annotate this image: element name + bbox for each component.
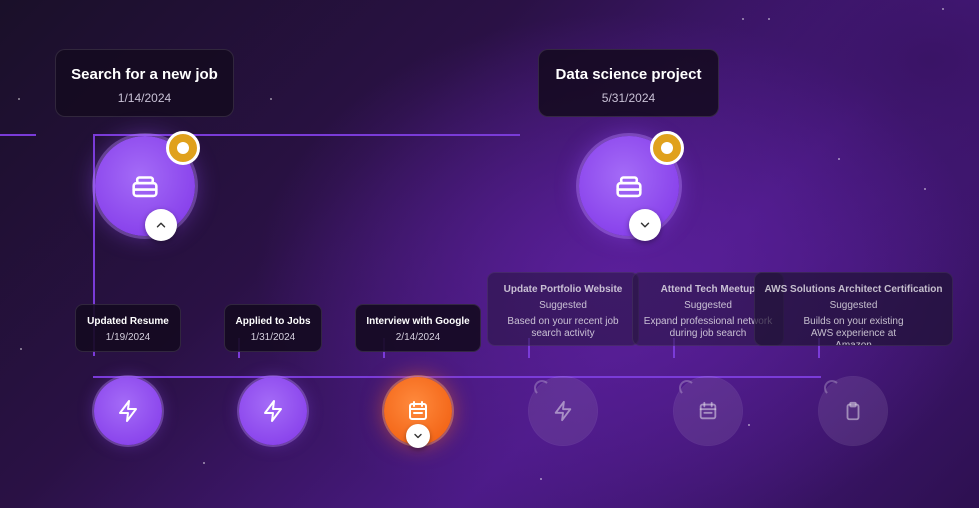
step-card[interactable]: Applied to Jobs 1/31/2024: [224, 304, 322, 352]
suggestion-card[interactable]: Update Portfolio Website Suggested Based…: [487, 272, 639, 346]
background-star: [768, 18, 770, 20]
timeline-canvas: Search for a new job 1/14/2024 Data scie…: [0, 0, 979, 508]
step-date: 1/31/2024: [250, 332, 296, 343]
calendar-icon: [699, 401, 717, 420]
step-title: Interview with Google: [366, 316, 470, 327]
background-star: [838, 158, 840, 160]
background-star: [924, 188, 926, 190]
bolt-icon: [554, 400, 572, 422]
background-star: [18, 98, 20, 100]
step-date: 2/14/2024: [395, 332, 441, 343]
briefcase-icon: [616, 176, 642, 198]
suggestion-description: Builds on your existing AWS experience a…: [803, 316, 904, 346]
step-node[interactable]: [239, 377, 307, 445]
status-badge: [166, 131, 200, 165]
step-date: 1/19/2024: [105, 332, 151, 343]
milestone-date: 1/14/2024: [117, 91, 172, 105]
background-star: [203, 462, 205, 464]
background-star: [270, 98, 272, 100]
background-star: [942, 8, 944, 10]
step-title: Applied to Jobs: [235, 316, 311, 327]
chevron-up-icon: [156, 222, 166, 228]
suggestion-description: Based on your recent job search activity: [507, 316, 619, 339]
chevron-down-icon: [640, 222, 650, 228]
background-star: [742, 18, 744, 20]
status-badge: [650, 131, 684, 165]
loading-arc-icon: [824, 380, 840, 396]
loading-arc-icon: [679, 380, 695, 396]
milestone-title: Data science project: [555, 66, 702, 83]
step-expand-button[interactable]: [406, 424, 430, 448]
background-star: [540, 478, 542, 480]
milestone-card[interactable]: Search for a new job 1/14/2024: [55, 49, 234, 117]
suggestion-card[interactable]: AWS Solutions Architect Certification Su…: [754, 272, 953, 346]
background-star: [748, 424, 750, 426]
suggestion-title: AWS Solutions Architect Certification: [764, 284, 943, 295]
bolt-icon: [119, 400, 137, 422]
top-timeline-line: [94, 134, 520, 136]
calendar-icon: [409, 401, 427, 420]
step-card[interactable]: Updated Resume 1/19/2024: [75, 304, 181, 352]
milestone-card[interactable]: Data science project 5/31/2024: [538, 49, 719, 117]
bolt-icon: [264, 400, 282, 422]
step-card[interactable]: Interview with Google 2/14/2024: [355, 304, 481, 352]
expand-toggle-button[interactable]: [629, 209, 661, 241]
suggestion-status: Suggested: [539, 300, 587, 311]
step-node[interactable]: [94, 377, 162, 445]
top-timeline-line: [0, 134, 36, 136]
background-star: [20, 348, 22, 350]
suggestion-title: Update Portfolio Website: [503, 284, 623, 295]
chevron-down-icon: [414, 433, 422, 439]
briefcase-icon: [132, 176, 158, 198]
step-title: Updated Resume: [87, 316, 169, 327]
clipboard-icon: [846, 401, 860, 421]
collapse-toggle-button[interactable]: [145, 209, 177, 241]
milestone-title: Search for a new job: [71, 66, 218, 83]
milestone-date: 5/31/2024: [601, 91, 656, 105]
suggestion-status: Suggested: [829, 300, 878, 311]
loading-arc-icon: [534, 380, 550, 396]
